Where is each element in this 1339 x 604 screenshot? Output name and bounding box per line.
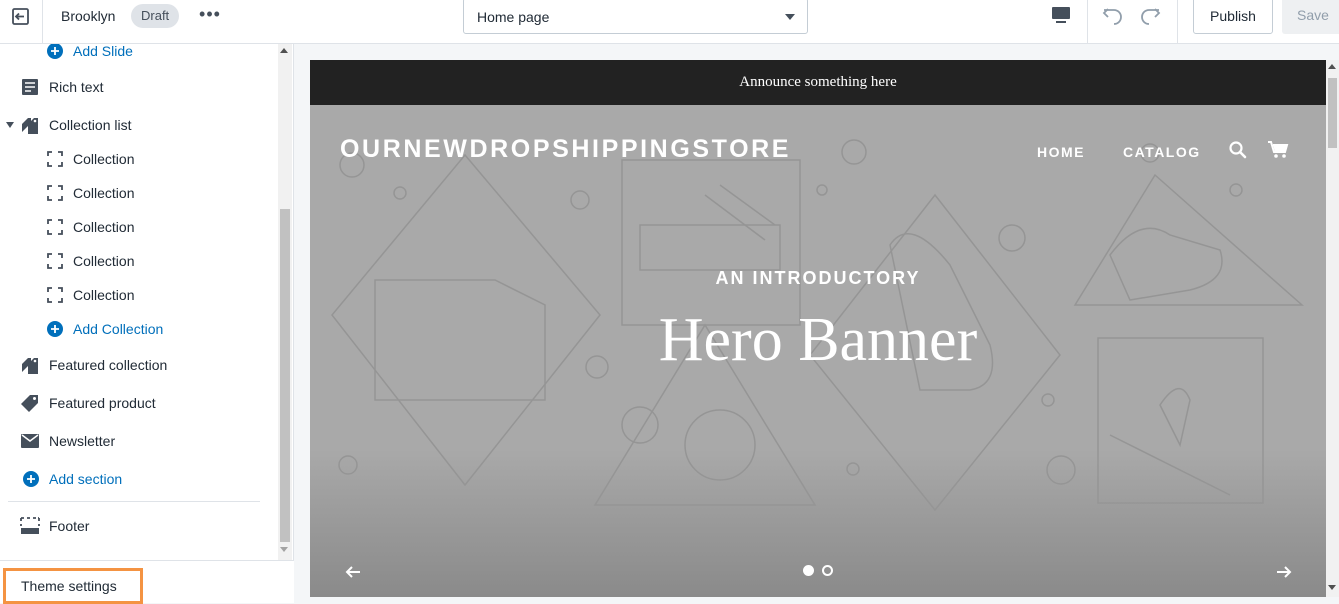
- hero-slideshow[interactable]: OURNEWDROPSHIPPINGSTORE HOME CATALOG AN …: [310, 105, 1326, 597]
- sidebar-item-label: Featured product: [49, 395, 156, 411]
- divider: [1087, 0, 1088, 44]
- block-dashed-icon: [45, 285, 65, 305]
- theme-name: Brooklyn: [61, 8, 116, 24]
- cart-icon[interactable]: [1267, 140, 1289, 160]
- nav-link-home[interactable]: HOME: [1037, 144, 1085, 160]
- plus-circle-icon: [45, 319, 65, 339]
- sidebar-item-label: Collection: [73, 185, 135, 201]
- sidebar-item-collection[interactable]: Collection: [0, 244, 276, 278]
- page-selector[interactable]: Home page: [463, 0, 808, 34]
- sidebar-item-label: Newsletter: [49, 433, 116, 449]
- divider: [8, 501, 260, 502]
- scroll-thumb[interactable]: [1328, 78, 1337, 148]
- block-dashed-icon: [45, 251, 65, 271]
- sidebar-scrollbar[interactable]: [278, 44, 292, 560]
- slide-dot-1[interactable]: [803, 565, 814, 576]
- collection-icon: [20, 115, 40, 135]
- search-icon[interactable]: [1228, 140, 1248, 160]
- announcement-bar[interactable]: Announce something here: [310, 60, 1326, 105]
- sidebar-item-label: Add Slide: [73, 44, 133, 59]
- hero-title: Hero Banner: [658, 306, 978, 374]
- publish-button[interactable]: Publish: [1193, 0, 1273, 34]
- scroll-up-arrow-icon[interactable]: [280, 48, 288, 53]
- status-badge: Draft: [131, 4, 180, 28]
- more-actions-button[interactable]: •••: [198, 3, 222, 27]
- sidebar-item-footer[interactable]: Footer: [0, 509, 276, 543]
- block-dashed-icon: [45, 217, 65, 237]
- save-button[interactable]: Save: [1282, 0, 1339, 34]
- sidebar-item-collection-list[interactable]: Collection list: [0, 108, 276, 142]
- exit-editor-icon[interactable]: [10, 6, 32, 28]
- sidebar-item-label: Rich text: [49, 79, 104, 95]
- scroll-down-arrow-icon[interactable]: [1328, 585, 1336, 590]
- sidebar-item-collection[interactable]: Collection: [0, 278, 276, 312]
- sidebar-item-label: Add section: [49, 471, 123, 487]
- arrow-right-icon[interactable]: [1275, 563, 1293, 581]
- sidebar-item-collection[interactable]: Collection: [0, 142, 276, 176]
- sidebar-item-label: Collection: [73, 151, 135, 167]
- add-collection-button[interactable]: Add Collection: [0, 312, 276, 346]
- slide-dot-2[interactable]: [822, 565, 833, 576]
- sidebar-item-label: Collection: [73, 287, 135, 303]
- add-slide-button[interactable]: Add Slide: [0, 44, 276, 68]
- plus-circle-icon: [45, 44, 65, 61]
- top-bar: Brooklyn Draft ••• Home page Publish Sav…: [0, 0, 1339, 44]
- add-section-button[interactable]: Add section: [0, 462, 276, 496]
- sidebar-item-label: Collection list: [49, 117, 132, 133]
- sidebar: Add Slide Rich text Collection list Coll…: [0, 44, 294, 604]
- sidebar-item-label: Collection: [73, 253, 135, 269]
- nav-link-catalog[interactable]: CATALOG: [1123, 144, 1201, 160]
- sidebar-item-label: Footer: [49, 518, 90, 534]
- sidebar-item-label: Featured collection: [49, 357, 168, 373]
- sidebar-item-collection[interactable]: Collection: [0, 176, 276, 210]
- section-list: Add Slide Rich text Collection list Coll…: [0, 44, 276, 560]
- undo-icon[interactable]: [1101, 3, 1125, 27]
- scroll-thumb[interactable]: [280, 209, 290, 542]
- scroll-up-arrow-icon[interactable]: [1328, 64, 1336, 69]
- footer-icon: [20, 516, 40, 536]
- preview-scrollbar[interactable]: [1326, 60, 1339, 597]
- sidebar-item-collection[interactable]: Collection: [0, 210, 276, 244]
- store-logo-text[interactable]: OURNEWDROPSHIPPINGSTORE: [340, 135, 791, 164]
- scroll-down-arrow-icon[interactable]: [280, 547, 288, 552]
- sidebar-item-rich-text[interactable]: Rich text: [0, 70, 276, 104]
- redo-icon[interactable]: [1138, 3, 1162, 27]
- sidebar-item-featured-collection[interactable]: Featured collection: [0, 348, 276, 382]
- sidebar-item-label: Add Collection: [73, 321, 164, 337]
- collection-icon: [20, 355, 40, 375]
- desktop-icon[interactable]: [1051, 5, 1071, 25]
- divider: [42, 0, 43, 44]
- theme-settings-bar: Theme settings: [0, 560, 294, 604]
- block-dashed-icon: [45, 149, 65, 169]
- envelope-icon: [20, 431, 40, 451]
- chevron-down-icon: [785, 14, 795, 20]
- arrow-left-icon[interactable]: [344, 563, 362, 581]
- store-preview: Announce something here OURNEWDROPSHIPPI…: [310, 60, 1326, 597]
- sidebar-item-label: Collection: [73, 219, 135, 235]
- text-block-icon: [20, 77, 40, 97]
- sidebar-item-newsletter[interactable]: Newsletter: [0, 424, 276, 458]
- caret-down-icon[interactable]: [6, 122, 14, 128]
- divider: [1177, 0, 1178, 44]
- block-dashed-icon: [45, 183, 65, 203]
- page-selector-value: Home page: [477, 9, 550, 25]
- sidebar-item-featured-product[interactable]: Featured product: [0, 386, 276, 420]
- theme-settings-button[interactable]: Theme settings: [3, 568, 143, 604]
- tag-icon: [20, 393, 40, 413]
- hero-subtitle: AN INTRODUCTORY: [715, 268, 921, 288]
- plus-circle-icon: [21, 469, 41, 489]
